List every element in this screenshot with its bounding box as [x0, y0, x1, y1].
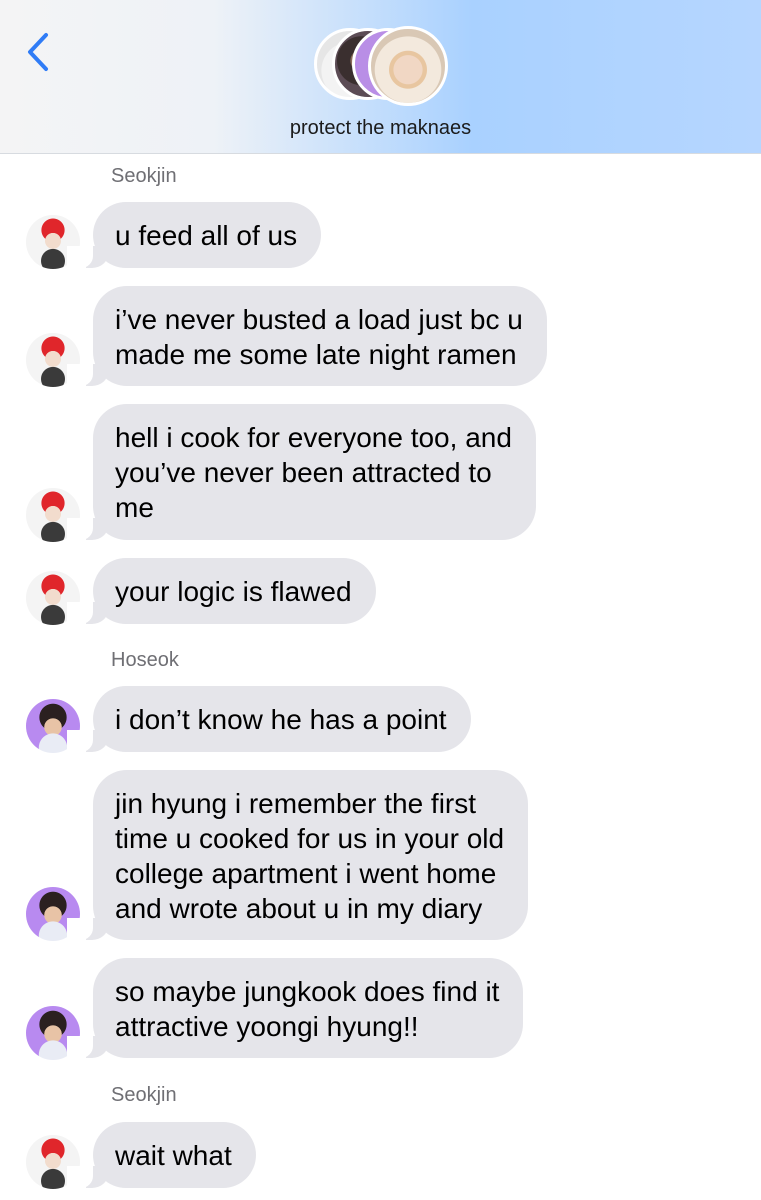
group-avatar-stack[interactable] [314, 26, 450, 108]
message-bubble: wait what [67, 1122, 256, 1188]
sender-name: Seokjin [111, 1084, 177, 1106]
group-name[interactable]: protect the maknaes [0, 117, 761, 140]
member-avatar [368, 26, 448, 106]
sender-name: Seokjin [111, 165, 177, 187]
message-bubble: i’ve never busted a load just bc u made … [67, 286, 547, 386]
chat-header: protect the maknaes [0, 0, 761, 154]
message-bubble: i don’t know he has a point [67, 686, 471, 752]
message-bubble: jin hyung i remember the first time u co… [66, 770, 529, 940]
message-bubble: your logic is flawed [67, 558, 376, 624]
message-bubble: so maybe jungkook does find it attractiv… [66, 958, 524, 1058]
message-bubble: u feed all of us [66, 202, 322, 268]
back-button[interactable] [22, 30, 62, 74]
sender-name: Hoseok [111, 649, 179, 671]
message-bubble: hell i cook for everyone too, and you’ve… [67, 404, 536, 540]
chevron-left-icon [28, 33, 48, 71]
